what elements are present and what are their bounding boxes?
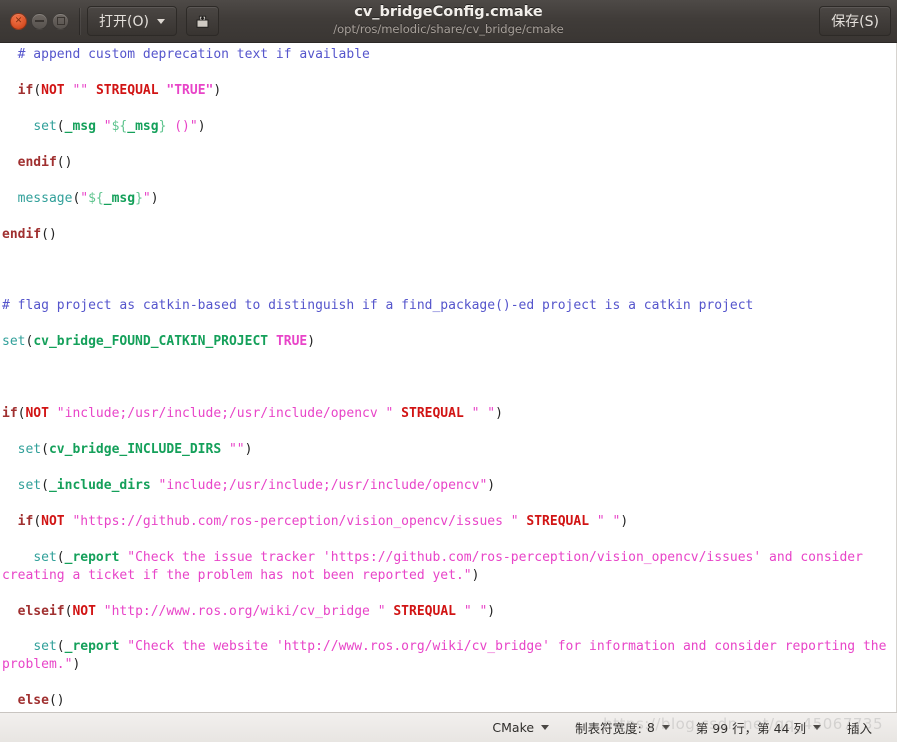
chevron-down-icon xyxy=(661,725,670,730)
status-bar: https://blog.csdn.net/qq_45067735 CMake … xyxy=(0,712,897,742)
insert-mode-label: 插入 xyxy=(846,721,872,736)
open-file-label: 打开(O) xyxy=(99,14,149,30)
close-button[interactable]: ✕ xyxy=(10,12,27,30)
maximize-icon xyxy=(56,17,65,25)
code-line: elseif(NOT "http://www.ros.org/wiki/cv_b… xyxy=(17,603,496,619)
open-file-button[interactable]: 打开(O) xyxy=(87,6,177,36)
save-as-icon xyxy=(196,15,209,28)
save-button-label: 保存(S) xyxy=(831,14,879,30)
language-selector[interactable]: CMake xyxy=(479,713,562,742)
toolbar-separator xyxy=(79,7,80,35)
code-line: if(NOT "include;/usr/include;/usr/includ… xyxy=(2,406,503,422)
insert-mode-indicator[interactable]: 插入 xyxy=(834,713,885,742)
chevron-down-icon xyxy=(156,18,165,24)
code-line: ​ xyxy=(0,369,896,387)
code-line: # flag project as catkin-based to distin… xyxy=(2,298,754,314)
save-button[interactable]: 保存(S) xyxy=(819,6,891,36)
cursor-position-label: 第 99 行，第 44 列 xyxy=(695,721,806,736)
titlebar-right: 保存(S) xyxy=(819,6,891,36)
code-line: # append custom deprecation text if avai… xyxy=(17,47,370,62)
code-line: set(cv_bridge_INCLUDE_DIRS "") xyxy=(17,441,253,457)
maximize-button[interactable] xyxy=(52,12,69,30)
code-line: set(cv_bridge_FOUND_CATKIN_PROJECT TRUE) xyxy=(2,334,316,350)
tab-width-selector[interactable]: 制表符宽度: 8 xyxy=(562,713,683,742)
window-controls: ✕ xyxy=(6,0,77,42)
code-line: if(NOT "https://github.com/ros-perceptio… xyxy=(17,513,629,529)
source-code-view[interactable]: # append custom deprecation text if avai… xyxy=(0,43,896,712)
gedit-window: ✕ 打开(O) cv_bridgeConfig.cmake /opt/ros/m… xyxy=(0,0,897,742)
cursor-position-selector[interactable]: 第 99 行，第 44 列 xyxy=(683,713,834,742)
window-title: cv_bridgeConfig.cmake xyxy=(354,4,543,21)
tab-width-label: 制表符宽度: xyxy=(575,721,642,736)
code-line: set(_msg "${_msg} ()") xyxy=(33,118,206,134)
save-as-button[interactable] xyxy=(185,6,219,36)
code-line: set(_report "Check the website 'http://w… xyxy=(2,639,895,673)
code-line: else() xyxy=(17,693,65,709)
language-label: CMake xyxy=(492,720,535,735)
chevron-down-icon xyxy=(541,725,550,730)
code-line: endif() xyxy=(17,154,73,170)
text-editor-area[interactable]: # append custom deprecation text if avai… xyxy=(0,43,897,712)
code-line: set(_report "Check the issue tracker 'ht… xyxy=(2,549,871,583)
code-line: message("${_msg}") xyxy=(17,190,159,206)
minimize-button[interactable] xyxy=(31,12,48,30)
minimize-icon xyxy=(35,20,44,22)
code-line: set(_include_dirs "include;/usr/include;… xyxy=(17,477,496,493)
close-icon: ✕ xyxy=(14,15,23,26)
title-bar: ✕ 打开(O) cv_bridgeConfig.cmake /opt/ros/m… xyxy=(0,0,897,43)
chevron-down-icon xyxy=(812,725,821,730)
tab-width-value: 8 xyxy=(646,720,655,735)
code-line: if(NOT "" STREQUAL "TRUE") xyxy=(17,82,222,98)
code-line: ​ xyxy=(0,261,896,279)
code-line: endif() xyxy=(2,226,57,242)
window-subtitle-path: /opt/ros/melodic/share/cv_bridge/cmake xyxy=(333,22,564,36)
